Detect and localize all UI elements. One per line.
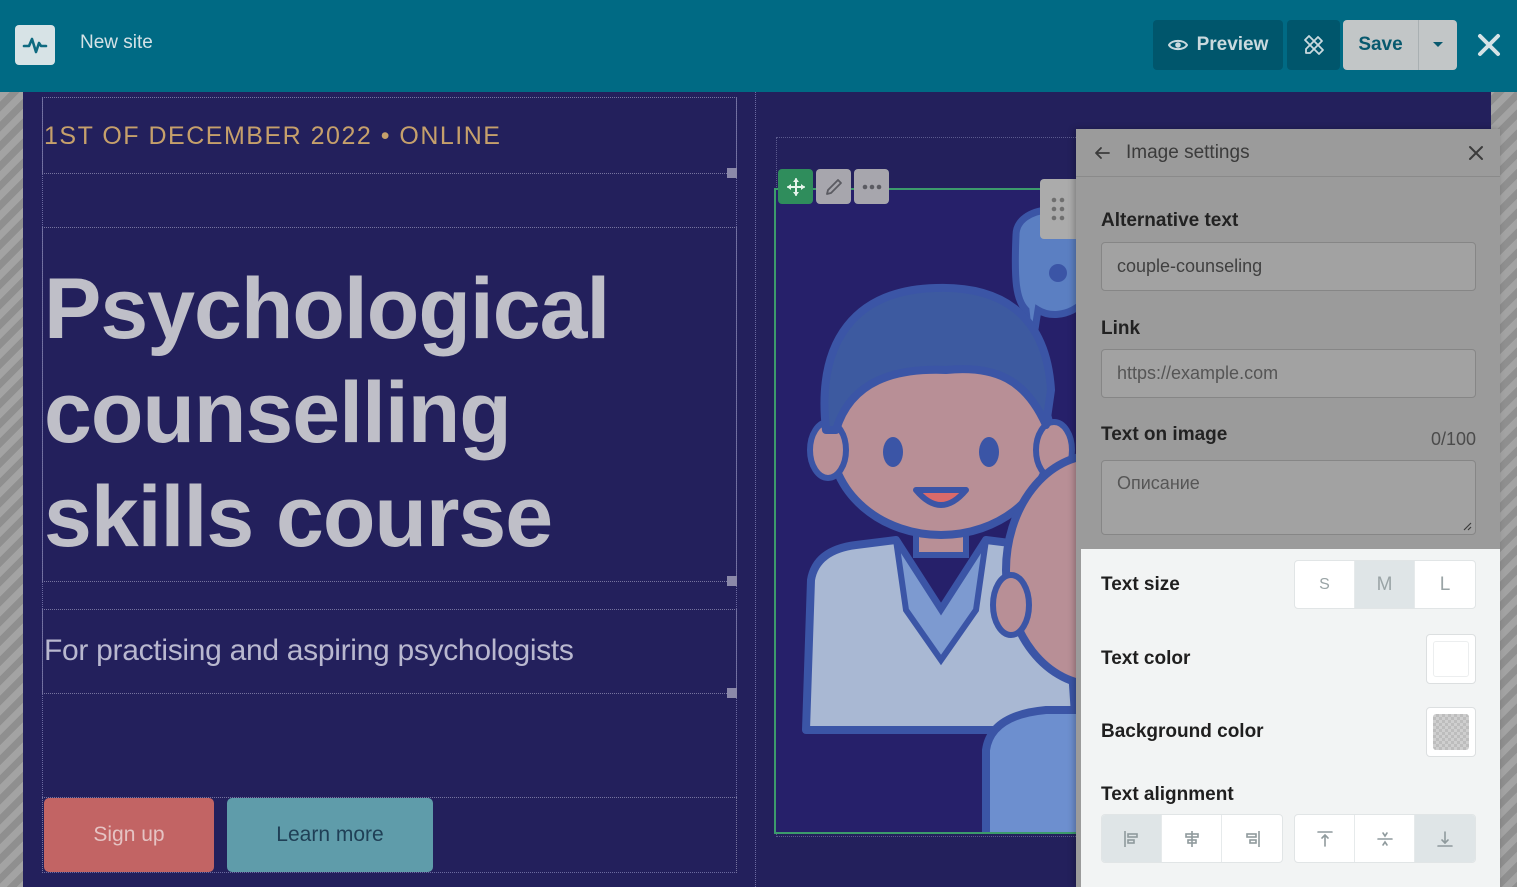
align-top-icon xyxy=(1316,830,1333,847)
horizontal-alignment-selector xyxy=(1101,814,1283,863)
more-horizontal-icon xyxy=(862,184,881,189)
text-on-image-placeholder: Описание xyxy=(1117,473,1200,493)
close-editor-button[interactable] xyxy=(1472,28,1506,62)
event-date[interactable]: 1ST OF DECEMBER 2022 • ONLINE xyxy=(44,122,501,151)
resize-handle[interactable] xyxy=(727,688,737,698)
align-center-button[interactable] xyxy=(1162,815,1222,862)
text-color-picker[interactable] xyxy=(1426,634,1476,684)
edit-image-button[interactable] xyxy=(816,169,851,204)
save-menu-button[interactable] xyxy=(1418,20,1457,70)
column-divider xyxy=(755,92,756,887)
text-size-m[interactable]: M xyxy=(1355,561,1415,608)
top-bar: New site Preview Save xyxy=(0,0,1517,92)
move-icon xyxy=(786,177,805,196)
text-size-label: Text size xyxy=(1101,574,1180,595)
resize-handle[interactable] xyxy=(727,576,737,586)
title-line: skills course xyxy=(44,469,553,565)
vertical-alignment-selector xyxy=(1294,814,1476,863)
move-button[interactable] xyxy=(778,169,813,204)
text-size-selector: S M L xyxy=(1294,560,1476,609)
text-style-section: Text size S M L Text color Background co… xyxy=(1081,549,1500,887)
panel-header: Image settings xyxy=(1076,129,1500,177)
close-icon[interactable] xyxy=(1464,141,1488,165)
title-line: Psychological xyxy=(44,261,610,357)
alt-text-label: Alternative text xyxy=(1101,210,1239,231)
pencil-ruler-icon xyxy=(1303,35,1324,55)
pulse-icon xyxy=(22,37,48,54)
preview-label: Preview xyxy=(1196,34,1269,55)
text-size-s[interactable]: S xyxy=(1295,561,1355,608)
character-counter: 0/100 xyxy=(1430,429,1476,449)
site-logo[interactable] xyxy=(15,25,55,65)
selected-image[interactable] xyxy=(774,188,1104,834)
image-toolbar xyxy=(778,169,889,204)
learn-more-button[interactable]: Learn more xyxy=(227,798,433,872)
close-icon xyxy=(1478,34,1500,56)
background-color-swatch xyxy=(1433,714,1469,750)
sign-up-button[interactable]: Sign up xyxy=(44,798,214,872)
arrow-left-icon[interactable] xyxy=(1090,141,1114,165)
background-color-label: Background color xyxy=(1101,721,1264,742)
text-on-image-label: Text on image xyxy=(1101,424,1228,445)
text-color-swatch xyxy=(1433,641,1469,677)
background-color-picker[interactable] xyxy=(1426,707,1476,757)
more-options-button[interactable] xyxy=(854,169,889,204)
save-button[interactable]: Save xyxy=(1343,20,1418,70)
panel-drag-handle[interactable] xyxy=(1040,179,1076,239)
page-subtitle[interactable]: For practising and aspiring psychologist… xyxy=(44,634,574,668)
preview-button[interactable]: Preview xyxy=(1153,20,1283,70)
text-on-image-input[interactable]: Описание xyxy=(1101,460,1476,535)
title-line: counselling xyxy=(44,365,512,461)
text-size-l[interactable]: L xyxy=(1415,561,1475,608)
link-input[interactable]: https://example.com xyxy=(1101,349,1476,398)
design-button[interactable] xyxy=(1287,20,1340,70)
align-top-button[interactable] xyxy=(1295,815,1355,862)
align-bottom-icon xyxy=(1437,830,1453,847)
caret-down-icon xyxy=(1433,42,1443,47)
site-name[interactable]: New site xyxy=(80,32,153,54)
align-right-icon xyxy=(1246,830,1260,847)
text-alignment-label: Text alignment xyxy=(1101,784,1234,805)
image-settings-panel: Image settings Alternative text couple-c… xyxy=(1076,129,1500,887)
align-middle-icon xyxy=(1376,831,1393,846)
align-left-button[interactable] xyxy=(1102,815,1162,862)
page-title[interactable]: Psychological counselling skills course xyxy=(44,257,610,569)
align-right-button[interactable] xyxy=(1222,815,1282,862)
resize-grip-icon[interactable] xyxy=(1462,521,1472,531)
pencil-icon xyxy=(825,178,842,195)
link-label: Link xyxy=(1101,318,1141,339)
drag-handle-icon xyxy=(1051,197,1065,221)
panel-title: Image settings xyxy=(1126,142,1250,163)
alt-text-input[interactable]: couple-counseling xyxy=(1101,242,1476,291)
eye-icon xyxy=(1167,39,1188,51)
align-center-icon xyxy=(1184,830,1199,847)
resize-handle[interactable] xyxy=(727,168,737,178)
align-bottom-button[interactable] xyxy=(1415,815,1475,862)
align-left-icon xyxy=(1123,830,1138,847)
align-middle-button[interactable] xyxy=(1355,815,1415,862)
counseling-illustration xyxy=(802,206,1102,832)
text-color-label: Text color xyxy=(1101,648,1191,669)
